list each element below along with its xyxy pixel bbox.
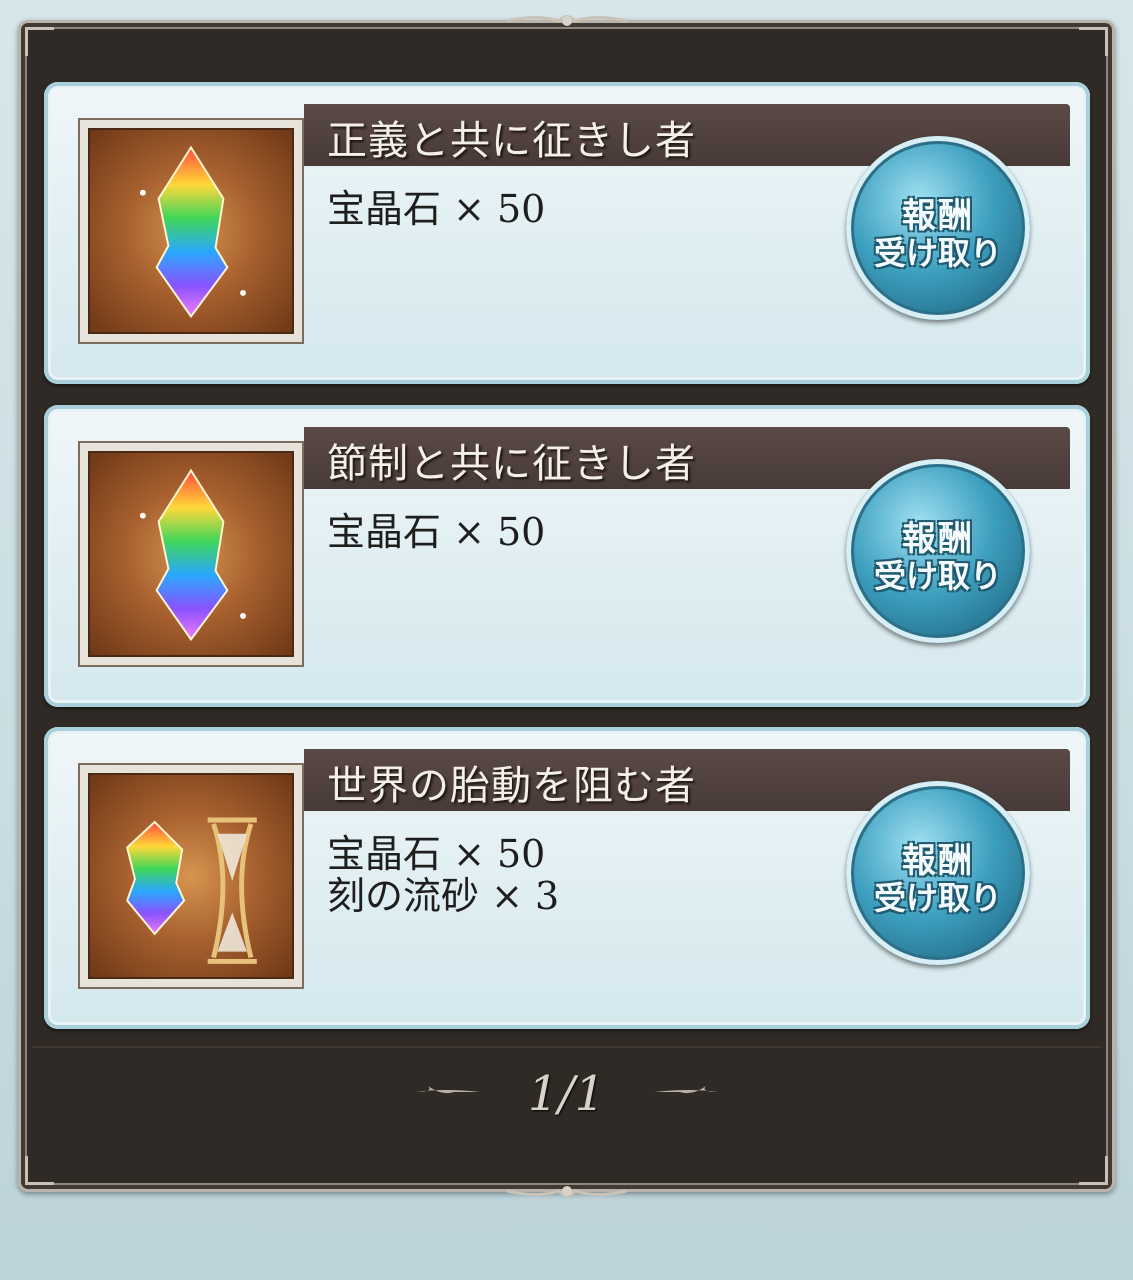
reward-line: 宝晶石 × 50 — [327, 187, 546, 231]
mission-title: 正義と共に征きし者 — [327, 118, 696, 164]
frame-corner — [25, 1156, 54, 1185]
mission-card: 節制と共に征きし者 宝晶石 × 50 報酬 受け取り — [44, 405, 1090, 707]
pagination: 1/1 — [18, 1060, 1115, 1130]
rainbow-crystal-icon — [139, 145, 247, 319]
claim-reward-button[interactable]: 報酬 受け取り — [846, 459, 1030, 643]
reward-line: 宝晶石 × 50 — [327, 832, 546, 876]
reward-item-thumbnail — [78, 118, 304, 344]
claim-button-label: 受け取り — [873, 234, 1002, 272]
reward-list: 宝晶石 × 50 刻の流砂 × 3 — [327, 833, 559, 917]
mission-card: 正義と共に征きし者 宝晶石 × 50 報酬 受け取り — [44, 82, 1090, 384]
frame-corner — [1079, 27, 1108, 56]
claim-button-label: 受け取り — [873, 557, 1002, 595]
claim-reward-button[interactable]: 報酬 受け取り — [846, 781, 1030, 965]
next-page-arrow-icon[interactable] — [650, 1082, 720, 1100]
frame-corner — [1079, 1156, 1108, 1185]
reward-list: 宝晶石 × 50 — [327, 188, 545, 230]
claim-reward-button[interactable]: 報酬 受け取り — [846, 136, 1030, 320]
reward-item-thumbnail — [78, 763, 304, 989]
reward-item-thumbnail — [78, 441, 304, 667]
divider — [32, 1046, 1101, 1048]
page-indicator: 1/1 — [527, 1066, 606, 1122]
reward-line: 刻の流砂 × 3 — [327, 874, 560, 918]
top-ornament — [506, 15, 627, 26]
reward-list: 宝晶石 × 50 — [327, 511, 545, 553]
frame-corner — [25, 27, 54, 56]
mission-title: 節制と共に征きし者 — [327, 441, 696, 487]
mission-title: 世界の胎動を阻む者 — [327, 763, 696, 809]
mission-card: 世界の胎動を阻む者 宝晶石 × 50 刻の流砂 × 3 報酬 受け取り — [44, 727, 1090, 1029]
reward-line: 宝晶石 × 50 — [327, 510, 546, 554]
crystal-and-hourglass-icon — [126, 817, 257, 964]
claim-button-label: 受け取り — [873, 879, 1002, 917]
rainbow-crystal-icon — [139, 468, 247, 642]
bottom-ornament — [506, 1186, 627, 1197]
